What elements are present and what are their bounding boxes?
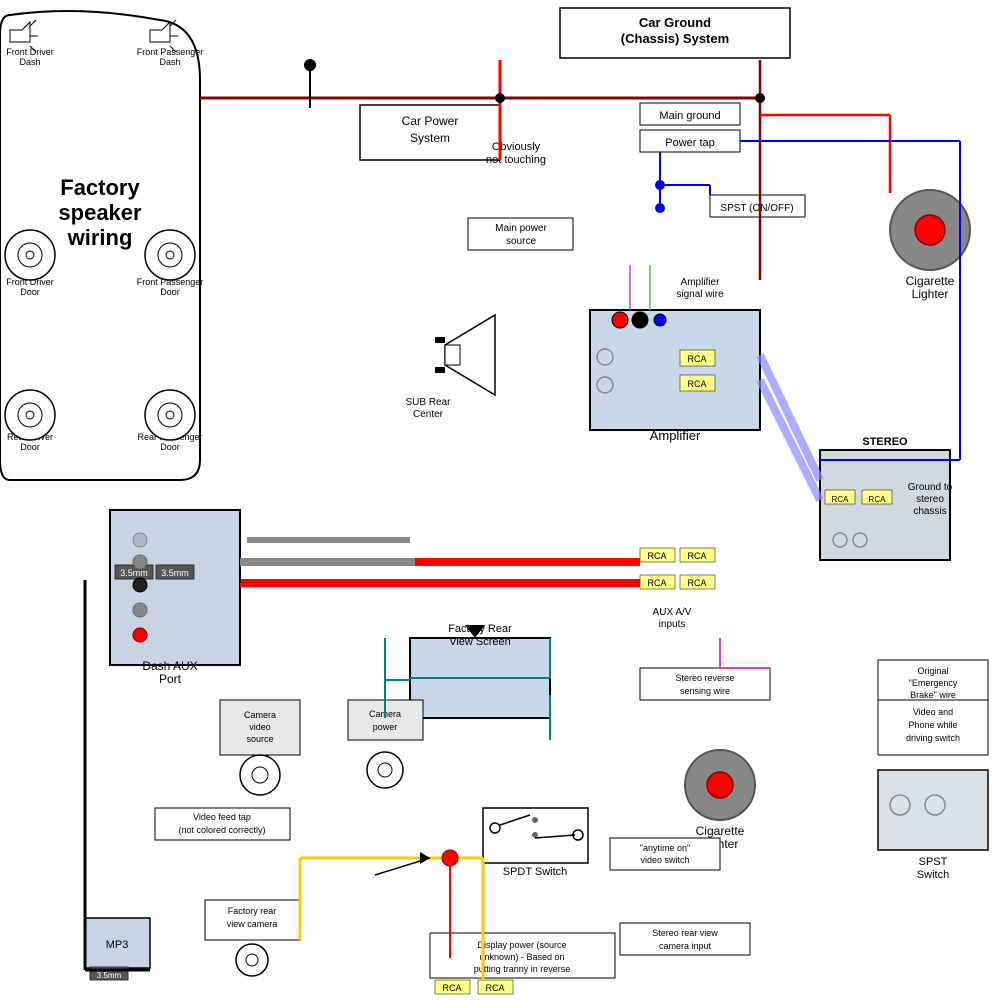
svg-text:power: power — [373, 722, 398, 732]
svg-text:Front Passenger: Front Passenger — [137, 47, 204, 57]
svg-text:source: source — [506, 236, 536, 247]
svg-text:signal wire: signal wire — [676, 289, 724, 300]
svg-text:Brake" wire: Brake" wire — [910, 690, 956, 700]
svg-text:Display power (source: Display power (source — [477, 940, 566, 950]
svg-text:driving switch: driving switch — [906, 733, 960, 743]
svg-text:RCA: RCA — [647, 551, 666, 561]
svg-text:sensing wire: sensing wire — [680, 686, 730, 696]
svg-text:Video feed tap: Video feed tap — [193, 812, 251, 822]
svg-text:Lighter: Lighter — [912, 287, 949, 301]
svg-text:source: source — [246, 734, 273, 744]
svg-text:RCA: RCA — [647, 578, 666, 588]
svg-text:3.5mm: 3.5mm — [161, 568, 189, 578]
svg-text:System: System — [410, 131, 450, 145]
svg-text:video switch: video switch — [640, 855, 689, 865]
svg-text:speaker: speaker — [58, 200, 142, 225]
svg-text:Original: Original — [917, 666, 948, 676]
svg-text:not touching: not touching — [486, 154, 546, 166]
svg-text:Port: Port — [159, 672, 182, 686]
svg-text:Main ground: Main ground — [659, 110, 720, 122]
svg-text:Door: Door — [160, 287, 180, 297]
svg-text:view camera: view camera — [227, 919, 278, 929]
svg-text:RCA: RCA — [687, 578, 706, 588]
svg-text:SPST (ON/OFF): SPST (ON/OFF) — [720, 203, 793, 214]
svg-text:Amplifier: Amplifier — [681, 277, 721, 288]
svg-text:Amplifier: Amplifier — [650, 428, 701, 443]
svg-text:RCA: RCA — [485, 983, 504, 993]
svg-text:Phone while: Phone while — [908, 720, 957, 730]
svg-text:Cigarette: Cigarette — [906, 274, 955, 288]
svg-text:stereo: stereo — [916, 494, 944, 505]
svg-text:SUB Rear: SUB Rear — [405, 397, 451, 408]
svg-text:video: video — [249, 722, 271, 732]
svg-text:Car Power: Car Power — [402, 114, 459, 128]
svg-text:View Screen: View Screen — [449, 636, 511, 648]
svg-text:chassis: chassis — [913, 506, 946, 517]
svg-text:"anytime on": "anytime on" — [640, 843, 690, 853]
svg-text:Door: Door — [20, 442, 40, 452]
svg-text:Dash: Dash — [19, 57, 40, 67]
svg-text:STEREO: STEREO — [862, 436, 908, 448]
svg-text:Video and: Video and — [913, 707, 953, 717]
svg-text:AUX A/V: AUX A/V — [653, 607, 692, 618]
svg-text:inputs: inputs — [659, 619, 686, 630]
svg-text:RCA: RCA — [442, 983, 461, 993]
svg-text:(not colored correctly): (not colored correctly) — [178, 825, 265, 835]
svg-text:Camera: Camera — [244, 710, 276, 720]
svg-text:Center: Center — [413, 409, 444, 420]
svg-text:Factory: Factory — [60, 175, 140, 200]
svg-text:Ground to: Ground to — [908, 482, 953, 493]
svg-text:SPDT Switch: SPDT Switch — [503, 866, 568, 878]
svg-text:Power tap: Power tap — [665, 137, 715, 149]
svg-text:wiring: wiring — [67, 225, 133, 250]
svg-text:MP3: MP3 — [106, 939, 129, 951]
svg-text:(Chassis) System: (Chassis) System — [621, 31, 729, 46]
svg-text:RCA: RCA — [687, 551, 706, 561]
svg-text:RCA: RCA — [869, 495, 887, 504]
wiring-diagram: Car Ground (Chassis) System Car Power Sy… — [0, 0, 1000, 1000]
svg-text:Main power: Main power — [495, 223, 547, 234]
svg-text:Factory rear: Factory rear — [228, 906, 277, 916]
svg-text:SPST: SPST — [919, 856, 948, 868]
svg-text:Door: Door — [20, 287, 40, 297]
svg-text:Dash AUX: Dash AUX — [142, 659, 197, 673]
svg-text:"Emergency: "Emergency — [909, 678, 958, 688]
svg-text:RCA: RCA — [832, 495, 850, 504]
svg-text:3.5mm: 3.5mm — [97, 971, 122, 980]
svg-text:Dash: Dash — [159, 57, 180, 67]
svg-text:3.5mm: 3.5mm — [120, 568, 148, 578]
svg-text:Front Driver: Front Driver — [6, 47, 54, 57]
svg-text:Stereo reverse: Stereo reverse — [675, 673, 734, 683]
svg-text:RCA: RCA — [687, 354, 706, 364]
svg-text:Stereo rear view: Stereo rear view — [652, 928, 718, 938]
svg-text:Cigarette: Cigarette — [696, 824, 745, 838]
svg-text:unknown) - Based on: unknown) - Based on — [479, 952, 564, 962]
svg-text:Switch: Switch — [917, 869, 949, 881]
svg-text:Door: Door — [160, 442, 180, 452]
svg-text:camera input: camera input — [659, 941, 712, 951]
svg-text:putting tranny in reverse: putting tranny in reverse — [474, 964, 571, 974]
svg-text:Car Ground: Car Ground — [639, 15, 711, 30]
svg-text:RCA: RCA — [687, 379, 706, 389]
